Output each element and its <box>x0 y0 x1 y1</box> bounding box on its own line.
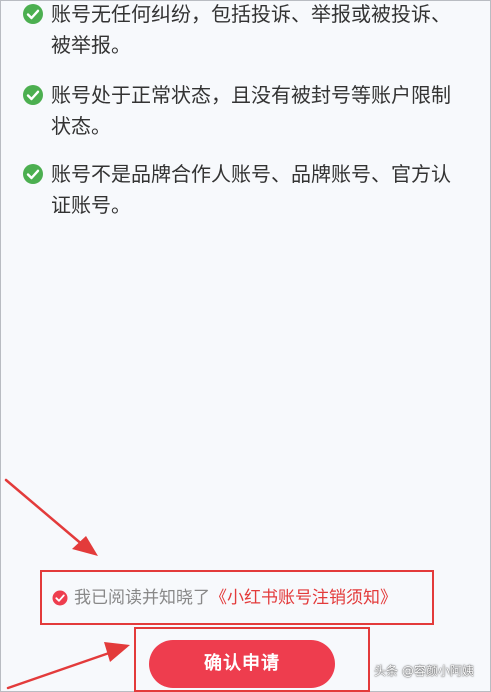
annotation-arrow-icon <box>6 642 130 690</box>
condition-item-normal-status: 账号处于正常状态，且没有被封号等账户限制状态。 <box>22 80 462 142</box>
cancellation-notice-link[interactable]: 《小红书账号注销须知》 <box>210 588 397 608</box>
agreement-text: 我已阅读并知晓了《小红书账号注销须知》 <box>74 586 397 610</box>
confirm-button-highlight: 确认申请 <box>134 627 370 692</box>
condition-text: 账号处于正常状态，且没有被封号等账户限制状态。 <box>51 83 451 138</box>
check-circle-icon <box>23 85 43 105</box>
check-circle-icon <box>23 4 43 24</box>
condition-text: 账号不是品牌合作人账号、品牌账号、官方认证账号。 <box>51 162 451 217</box>
confirm-application-button[interactable]: 确认申请 <box>149 640 335 688</box>
condition-item-no-disputes: 账号无任何纠纷，包括投诉、举报或被投诉、被举报。 <box>22 0 462 61</box>
check-circle-icon <box>23 164 43 184</box>
checked-checkbox-icon[interactable] <box>52 590 68 606</box>
condition-text: 账号无任何纠纷，包括投诉、举报或被投诉、被举报。 <box>51 2 451 57</box>
annotation-arrow-icon <box>4 478 98 556</box>
condition-item-not-brand-account: 账号不是品牌合作人账号、品牌账号、官方认证账号。 <box>22 159 462 221</box>
agreement-row[interactable]: 我已阅读并知晓了《小红书账号注销须知》 <box>40 570 434 625</box>
watermark: 头条 @容颜小阿姨 <box>374 664 474 678</box>
agreement-prefix: 我已阅读并知晓了 <box>74 588 210 608</box>
